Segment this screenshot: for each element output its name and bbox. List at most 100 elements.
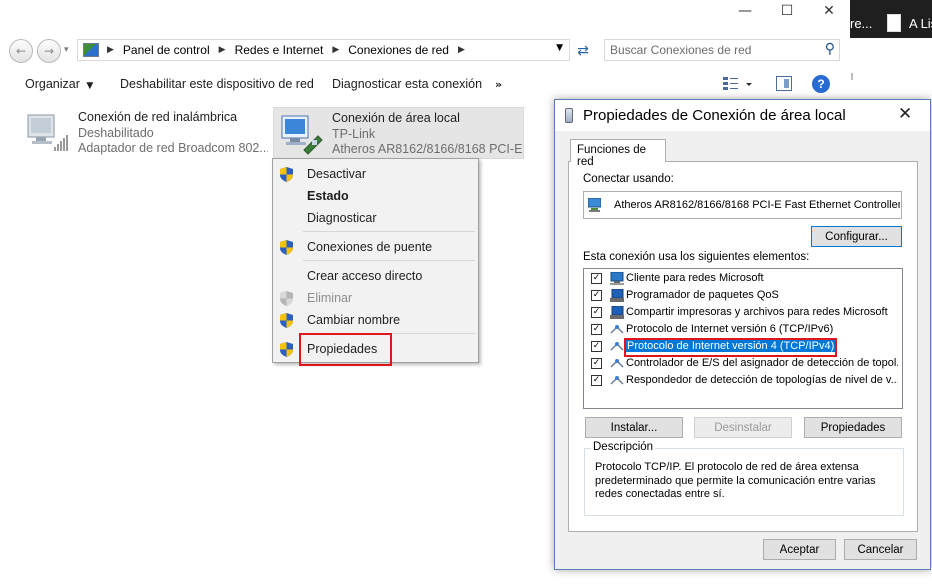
refresh-icon[interactable]: ⇄ xyxy=(572,42,594,60)
organize-button[interactable]: Organizar ▼ xyxy=(25,77,93,91)
wireless-connection-item[interactable]: Conexión de red inalámbrica Deshabilitad… xyxy=(20,107,268,159)
search-input[interactable] xyxy=(605,40,815,60)
address-bar[interactable]: ▶ Panel de control ▶ Redes e Internet ▶ … xyxy=(77,39,570,61)
breadcrumb-separator-icon[interactable]: ▶ xyxy=(219,45,226,55)
change-view-icon[interactable] xyxy=(722,75,752,93)
background-window-strip: re... A Lis xyxy=(850,0,932,38)
breadcrumb-separator-icon[interactable]: ▶ xyxy=(107,45,114,55)
connection-status: Deshabilitado xyxy=(78,125,154,140)
network-service-icon xyxy=(610,289,624,302)
list-item[interactable]: ✓ Respondedor de detección de topologías… xyxy=(584,372,902,389)
ok-button[interactable]: Aceptar xyxy=(763,539,836,560)
configure-button[interactable]: Configurar... xyxy=(811,226,902,247)
tab-panel: Conectar usando: Atheros AR8162/8166/816… xyxy=(568,161,918,532)
protocol-icon xyxy=(610,325,624,334)
breadcrumb-network-connections[interactable]: Conexiones de red xyxy=(348,43,449,57)
disable-device-button[interactable]: Deshabilitar este dispositivo de red xyxy=(120,77,314,91)
preview-pane-icon[interactable] xyxy=(776,76,792,91)
checkbox[interactable]: ✓ xyxy=(591,290,602,301)
install-button[interactable]: Instalar... xyxy=(585,417,683,438)
checkbox[interactable]: ✓ xyxy=(591,307,602,318)
scroll-tick xyxy=(851,73,853,80)
menu-item-desactivar[interactable]: Desactivar xyxy=(273,163,478,185)
list-item[interactable]: ✓ Cliente para redes Microsoft xyxy=(584,270,902,287)
uninstall-button[interactable]: Desinstalar xyxy=(694,417,792,438)
component-properties-button[interactable]: Propiedades xyxy=(804,417,902,438)
close-icon[interactable]: ✕ xyxy=(898,104,912,124)
menu-item-conexiones-de-puente[interactable]: Conexiones de puente xyxy=(273,236,478,258)
component-label: Protocolo de Internet versión 6 (TCP/IPv… xyxy=(626,323,834,335)
lan-connection-item[interactable]: Conexión de área local TP-Link Atheros A… xyxy=(273,107,524,159)
network-adapter-icon xyxy=(565,108,573,123)
protocol-icon xyxy=(610,342,624,351)
close-icon[interactable]: ✕ xyxy=(809,0,849,22)
dialog-title: Propiedades de Conexión de área local xyxy=(583,107,846,124)
menu-item-eliminar[interactable]: Eliminar xyxy=(273,287,478,309)
list-item[interactable]: ✓ Programador de paquetes QoS xyxy=(584,287,902,304)
checkbox[interactable]: ✓ xyxy=(591,324,602,335)
forward-arrow-icon[interactable]: → xyxy=(37,39,61,63)
menu-item-estado[interactable]: Estado xyxy=(273,185,478,207)
background-taskbar-item[interactable]: A Lis xyxy=(909,16,932,31)
connection-name: Conexión de área local xyxy=(332,111,460,125)
organize-label: Organizar xyxy=(25,77,80,91)
description-title: Descripción xyxy=(591,441,656,453)
menu-item-label: Estado xyxy=(307,189,349,203)
network-adapter-icon xyxy=(588,198,601,212)
menu-item-crear-acceso-directo[interactable]: Crear acceso directo xyxy=(273,265,478,287)
connection-adapter: Adaptador de red Broadcom 802.... xyxy=(78,141,268,155)
search-icon[interactable]: ⚲ xyxy=(825,41,835,57)
document-icon xyxy=(887,14,901,32)
list-item[interactable]: ✓ Compartir impresoras y archivos para r… xyxy=(584,304,902,321)
tab-networking[interactable]: Funciones de red xyxy=(570,139,666,168)
menu-item-label: Crear acceso directo xyxy=(307,269,423,283)
connect-using-label: Conectar usando: xyxy=(583,173,674,185)
lan-connection-text: Conexión de área local TP-Link Atheros A… xyxy=(332,111,522,158)
connection-name: Conexión de red inalámbrica xyxy=(78,110,238,124)
uac-shield-icon xyxy=(280,240,293,255)
protocol-icon xyxy=(610,359,624,368)
command-bar: Organizar ▼ Deshabilitar este dispositiv… xyxy=(0,74,850,96)
menu-item-label: Cambiar nombre xyxy=(307,313,401,327)
breadcrumb-network-internet[interactable]: Redes e Internet xyxy=(235,43,324,57)
diagnose-connection-button[interactable]: Diagnosticar esta conexión xyxy=(332,77,482,91)
list-item[interactable]: ✓ Controlador de E/S del asignador de de… xyxy=(584,355,902,372)
list-item[interactable]: ✓ Protocolo de Internet versión 6 (TCP/I… xyxy=(584,321,902,338)
breadcrumb-control-panel[interactable]: Panel de control xyxy=(123,43,210,57)
wireless-connection-text: Conexión de red inalámbrica Deshabilitad… xyxy=(78,110,268,157)
menu-separator xyxy=(303,260,475,261)
checkbox[interactable]: ✓ xyxy=(591,375,602,386)
search-box[interactable]: ⚲ xyxy=(604,39,840,61)
title-bar: — ☐ ✕ xyxy=(0,0,850,24)
context-menu: Desactivar Estado Diagnosticar Conexione… xyxy=(272,158,479,366)
checkbox[interactable]: ✓ xyxy=(591,341,602,352)
recent-locations-icon[interactable]: ▾ xyxy=(64,45,69,55)
breadcrumb-separator-icon[interactable]: ▶ xyxy=(332,45,339,55)
maximize-icon[interactable]: ☐ xyxy=(767,0,807,22)
help-icon[interactable]: ? xyxy=(812,75,830,93)
uac-shield-icon xyxy=(280,291,293,306)
uac-shield-icon xyxy=(280,342,293,357)
chevron-down-icon: ▼ xyxy=(86,81,94,91)
address-row: ← → ▾ ▶ Panel de control ▶ Redes e Inter… xyxy=(0,36,850,66)
menu-item-cambiar-nombre[interactable]: Cambiar nombre xyxy=(273,309,478,331)
minimize-icon[interactable]: — xyxy=(725,0,765,22)
menu-item-diagnosticar[interactable]: Diagnosticar xyxy=(273,207,478,229)
network-client-icon xyxy=(610,272,624,285)
ethernet-adapter-icon xyxy=(281,115,323,155)
adapter-field: Atheros AR8162/8166/8168 PCI-E Fast Ethe… xyxy=(583,191,902,219)
back-arrow-icon[interactable]: ← xyxy=(9,39,33,63)
address-dropdown-icon[interactable]: ▼ xyxy=(556,43,563,53)
checkbox[interactable]: ✓ xyxy=(591,273,602,284)
dialog-title-bar: Propiedades de Conexión de área local ✕ xyxy=(555,100,930,131)
checkbox[interactable]: ✓ xyxy=(591,358,602,369)
breadcrumb-separator-icon[interactable]: ▶ xyxy=(458,45,465,55)
background-taskbar-item[interactable]: re... xyxy=(850,16,872,31)
description-text: Protocolo TCP/IP. El protocolo de red de… xyxy=(595,461,876,500)
cancel-button[interactable]: Cancelar xyxy=(844,539,917,560)
more-commands-button[interactable]: » xyxy=(495,78,502,91)
network-service-icon xyxy=(610,306,624,319)
connection-adapter: Atheros AR8162/8166/8168 PCI-E ... xyxy=(332,142,522,156)
component-label: Controlador de E/S del asignador de dete… xyxy=(626,357,898,369)
menu-item-label: Diagnosticar xyxy=(307,211,377,225)
